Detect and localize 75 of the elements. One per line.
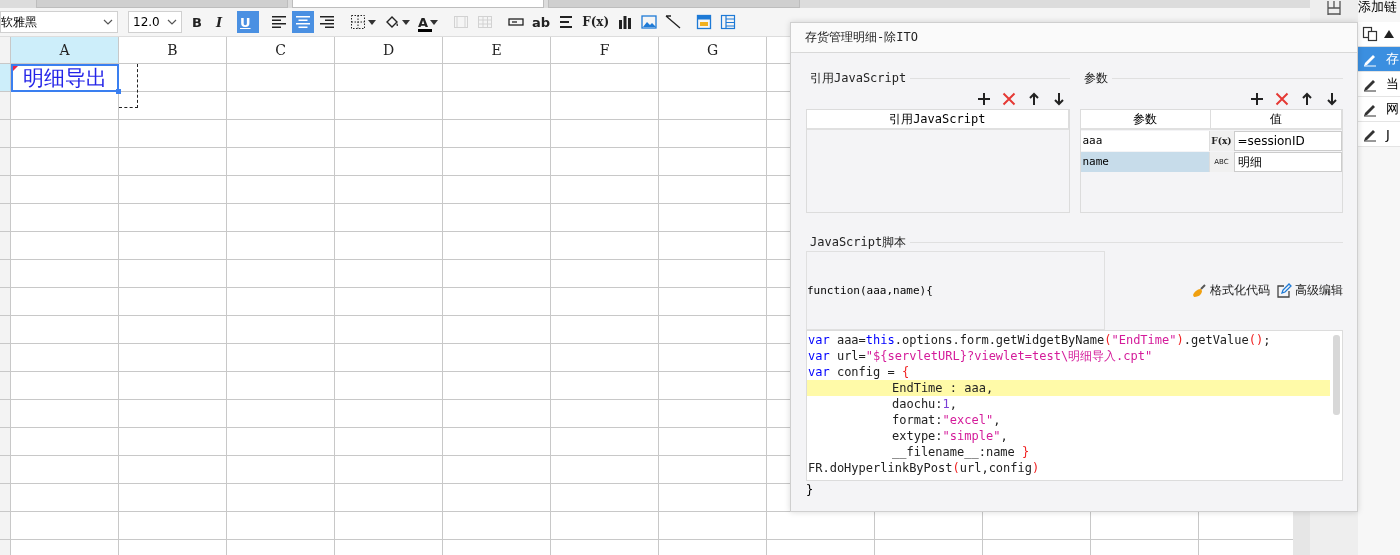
merge-cells-icon	[453, 14, 470, 30]
link-list-item[interactable]: 网	[1358, 97, 1400, 122]
font-color-button[interactable]: A	[415, 11, 442, 33]
borders-icon	[350, 14, 366, 30]
delete-icon[interactable]	[1001, 92, 1016, 106]
formula-button[interactable]: F(x)	[579, 11, 613, 33]
format-code-button[interactable]: 格式化代码	[1191, 282, 1270, 299]
lines-icon	[558, 14, 575, 30]
table-header: 引用JavaScript	[807, 110, 1069, 130]
copy-icon[interactable]	[1362, 26, 1378, 42]
align-left-icon	[271, 14, 287, 30]
dialog-title: 存货管理明细-除ITO	[791, 23, 1357, 53]
column-header[interactable]: B	[119, 37, 227, 64]
up-triangle-icon[interactable]	[1384, 30, 1394, 38]
code-line: var aaa=this.options.form.getWidgetByName("EndTime").getValue();	[807, 332, 1272, 348]
code-editor[interactable]	[806, 330, 1343, 481]
font-field[interactable]: 软雅黑	[0, 11, 118, 33]
add-icon[interactable]	[1250, 92, 1264, 106]
selected-cell[interactable]: 明细导出	[11, 64, 119, 92]
section-title: 参数	[1082, 69, 1108, 87]
add-icon[interactable]	[976, 92, 991, 106]
edit-icon	[1276, 282, 1292, 299]
section-title: 引用JavaScript	[809, 69, 907, 87]
cell-text: 明细导出	[23, 66, 107, 90]
parameter-name-cell[interactable]: name	[1080, 152, 1210, 172]
move-down-icon[interactable]	[1051, 92, 1066, 106]
layout-icon	[720, 14, 737, 30]
table-header: 参数	[1080, 110, 1211, 130]
column-header[interactable]: F	[551, 37, 659, 64]
slash-icon	[665, 14, 682, 30]
broom-icon	[1191, 282, 1207, 299]
parameter-value-field[interactable]: =sessionID	[1233, 131, 1342, 151]
font-size-field[interactable]: 12.0	[128, 11, 182, 33]
value-type-button[interactable]: F(x)	[1209, 131, 1234, 151]
image-icon	[641, 14, 658, 30]
column-header[interactable]: D	[335, 37, 443, 64]
table-header: 值	[1210, 110, 1342, 130]
code-line: __filename__:name }	[891, 444, 1031, 460]
code-line: var url="${servletURL}?viewlet=test\明细导入.cpt"	[807, 348, 1154, 364]
fill-handle[interactable]	[116, 89, 121, 94]
bold-button[interactable]: B	[189, 11, 211, 33]
table-grid-icon	[477, 14, 494, 30]
paint-bucket-icon	[384, 14, 400, 30]
column-header[interactable]: C	[227, 37, 335, 64]
section-title: JavaScript脚本	[809, 233, 907, 251]
copy-marquee	[119, 64, 138, 108]
code-line: extype:"simple",	[891, 428, 1009, 444]
column-header[interactable]: A	[11, 37, 119, 64]
editor-scrollbar[interactable]	[1333, 335, 1340, 415]
bar-chart-icon	[617, 14, 634, 30]
italic-button[interactable]: I	[213, 11, 235, 33]
code-line: daochu:1,	[891, 396, 959, 412]
align-right-icon	[319, 14, 335, 30]
function-signature: function(aaa,name){	[807, 284, 933, 297]
align-center-icon	[295, 14, 311, 30]
code-line: FR.doHyperlinkByPost(url,config)	[807, 460, 1041, 476]
code-line: var config = {	[807, 364, 911, 380]
column-header[interactable]: G	[659, 37, 767, 64]
caret-icon	[402, 19, 410, 25]
parameter-name-cell[interactable]: aaa	[1080, 131, 1210, 151]
label-button[interactable]: ab	[529, 11, 554, 33]
column-header[interactable]: E	[443, 37, 551, 64]
code-line: }	[806, 482, 815, 498]
caret-icon	[430, 19, 439, 25]
grid-icon[interactable]	[1326, 0, 1342, 16]
link-list-item[interactable]: 当	[1358, 72, 1400, 97]
move-up-icon[interactable]	[1300, 92, 1314, 106]
panel-title: 添加链	[1358, 0, 1398, 16]
move-down-icon[interactable]	[1325, 92, 1339, 106]
caret-icon	[368, 19, 376, 25]
code-line: format:"excel",	[891, 412, 1002, 428]
link-list-item[interactable]: J	[1358, 122, 1400, 147]
form-icon	[696, 14, 713, 30]
delete-icon[interactable]	[1275, 92, 1289, 106]
parameter-value-field[interactable]: 明细	[1233, 152, 1342, 172]
